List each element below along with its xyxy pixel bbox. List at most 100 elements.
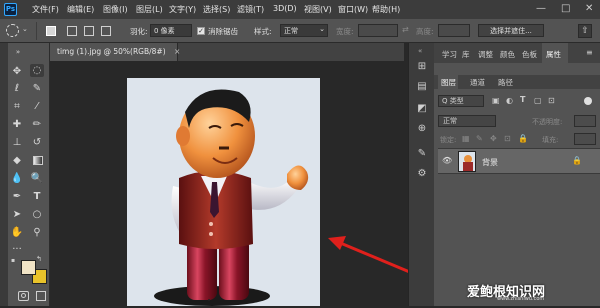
hand-tool-icon[interactable]: ✋ bbox=[10, 226, 24, 239]
add-to-selection-icon[interactable] bbox=[67, 26, 77, 36]
menu-edit[interactable]: 编辑(E) bbox=[67, 4, 94, 15]
tab-properties[interactable]: 属性 bbox=[546, 49, 561, 60]
antialias-checkbox[interactable]: ✓ bbox=[197, 27, 205, 35]
width-input[interactable] bbox=[358, 24, 398, 37]
collapse-toolbar-icon[interactable]: » bbox=[11, 46, 25, 59]
fill-input[interactable] bbox=[574, 133, 596, 145]
document-image[interactable] bbox=[127, 78, 320, 306]
menu-layer[interactable]: 图层(L) bbox=[136, 4, 163, 15]
gradient-tool-icon[interactable] bbox=[33, 156, 43, 165]
chevron-down-icon[interactable]: ⌄ bbox=[22, 25, 28, 33]
lasso-tool-icon[interactable]: ℓ bbox=[10, 82, 24, 95]
style-value: 正常 bbox=[284, 27, 298, 35]
new-selection-icon[interactable] bbox=[46, 26, 56, 36]
pen-tool-icon[interactable]: ✒ bbox=[10, 190, 24, 203]
document-tab[interactable]: timg (1).jpg @ 50%(RGB/8#) × bbox=[50, 43, 180, 61]
filter-type-icon[interactable]: T bbox=[520, 95, 525, 104]
lock-transparent-icon[interactable]: ▦ bbox=[462, 134, 470, 143]
elliptical-marquee-tool-icon[interactable]: ◌ bbox=[30, 64, 44, 77]
intersect-selection-icon[interactable] bbox=[101, 26, 111, 36]
menu-file[interactable]: 文件(F) bbox=[32, 4, 59, 15]
menu-view[interactable]: 视图(V) bbox=[304, 4, 332, 15]
paragraph-panel-icon[interactable]: ▤ bbox=[416, 81, 428, 93]
brush-settings-icon[interactable]: ✎ bbox=[416, 148, 428, 160]
history-panel-icon[interactable]: ⊞ bbox=[416, 61, 428, 73]
tab-learn[interactable]: 学习 bbox=[442, 49, 457, 60]
filter-shape-icon[interactable]: ▢ bbox=[534, 96, 542, 105]
eyedropper-tool-icon[interactable]: ⁄ bbox=[30, 100, 44, 113]
style-select[interactable]: 正常 ⌄ bbox=[280, 24, 328, 37]
select-and-mask-button[interactable]: 选择并遮住... bbox=[478, 24, 544, 37]
swap-icon[interactable]: ⇄ bbox=[402, 25, 409, 34]
clone-source-icon[interactable]: ⊕ bbox=[416, 123, 428, 135]
quick-select-tool-icon[interactable]: ✎ bbox=[30, 82, 44, 95]
history-brush-tool-icon[interactable]: ↺ bbox=[30, 136, 44, 149]
filter-pixel-icon[interactable]: ▣ bbox=[492, 96, 500, 105]
tab-paths[interactable]: 路径 bbox=[498, 77, 513, 88]
menu-3d[interactable]: 3D(D) bbox=[273, 4, 297, 13]
type-tool-icon[interactable]: T bbox=[30, 190, 44, 203]
subtract-from-selection-icon[interactable] bbox=[84, 26, 94, 36]
close-tab-icon[interactable]: × bbox=[174, 47, 180, 56]
menu-window[interactable]: 窗口(W) bbox=[338, 4, 368, 15]
filter-toggle-icon[interactable] bbox=[584, 97, 592, 105]
tab-color[interactable]: 颜色 bbox=[500, 49, 515, 60]
toolbar: » ✥ ◌ ℓ ✎ ⌗ ⁄ ✚ ✏ ⊥ ↺ ◆ 💧 🔍 ✒ T ➤ ○ ✋ ⚲ … bbox=[8, 43, 50, 306]
eraser-tool-icon[interactable]: ◆ bbox=[10, 154, 24, 167]
foreground-color-swatch[interactable] bbox=[21, 260, 36, 275]
tool-presets-icon[interactable]: ◩ bbox=[416, 103, 428, 115]
photoshop-logo: Ps bbox=[4, 3, 17, 16]
lock-label: 锁定: bbox=[440, 136, 457, 144]
blend-mode-select[interactable]: 正常 bbox=[438, 115, 496, 127]
chevron-down-icon: ⌄ bbox=[319, 25, 325, 33]
filter-adjustment-icon[interactable]: ◐ bbox=[506, 96, 513, 105]
visibility-eye-icon[interactable]: 👁 bbox=[442, 156, 452, 165]
panel-menu-icon[interactable]: ≡ bbox=[586, 48, 593, 57]
quick-mask-icon[interactable] bbox=[18, 291, 29, 301]
minimize-button[interactable]: — bbox=[536, 3, 546, 14]
brush-tool-icon[interactable]: ✏ bbox=[30, 118, 44, 131]
restore-button[interactable]: □ bbox=[561, 3, 570, 14]
default-colors-icon[interactable]: ▪ bbox=[11, 257, 15, 264]
ellipse-shape-tool-icon[interactable]: ○ bbox=[30, 208, 44, 221]
tab-swatches[interactable]: 色板 bbox=[522, 49, 537, 60]
clone-stamp-tool-icon[interactable]: ⊥ bbox=[10, 136, 24, 149]
spot-healing-tool-icon[interactable]: ✚ bbox=[10, 118, 24, 131]
menu-help[interactable]: 帮助(H) bbox=[372, 4, 400, 15]
lock-position-icon[interactable]: ✥ bbox=[490, 134, 497, 143]
menu-select[interactable]: 选择(S) bbox=[203, 4, 230, 15]
screen-mode-icon[interactable] bbox=[36, 291, 46, 301]
zoom-tool-icon[interactable]: ⚲ bbox=[30, 226, 44, 239]
close-window-button[interactable]: ✕ bbox=[585, 3, 593, 14]
lock-artboard-icon[interactable]: ⊡ bbox=[504, 134, 511, 143]
tab-layers[interactable]: 图层 bbox=[441, 77, 456, 88]
filter-kind-select[interactable]: Q 类型 bbox=[438, 95, 484, 107]
menu-type[interactable]: 文字(Y) bbox=[169, 4, 196, 15]
divider bbox=[36, 22, 37, 40]
lock-all-icon[interactable]: 🔒 bbox=[518, 134, 528, 143]
crop-tool-icon[interactable]: ⌗ bbox=[10, 100, 24, 113]
path-selection-tool-icon[interactable]: ➤ bbox=[10, 208, 24, 221]
menu-filter[interactable]: 滤镜(T) bbox=[237, 4, 264, 15]
dodge-tool-icon[interactable]: 🔍 bbox=[30, 172, 44, 185]
opacity-input[interactable] bbox=[574, 115, 596, 127]
blur-tool-icon[interactable]: 💧 bbox=[10, 172, 24, 185]
tab-adjustments[interactable]: 调整 bbox=[478, 49, 493, 60]
layer-row-background[interactable]: 👁 背景 🔒 bbox=[438, 148, 600, 174]
swap-colors-icon[interactable]: ↰ bbox=[36, 255, 42, 263]
feather-input[interactable]: 0 像素 bbox=[150, 24, 192, 37]
tab-channels[interactable]: 通道 bbox=[470, 77, 485, 88]
filter-smart-object-icon[interactable]: ⊡ bbox=[548, 96, 555, 105]
elliptical-marquee-icon[interactable] bbox=[6, 24, 19, 37]
expand-panels-icon[interactable]: « bbox=[418, 47, 422, 55]
cartoon-man-illustration bbox=[154, 89, 309, 306]
menu-image[interactable]: 图像(I) bbox=[103, 4, 128, 15]
toolbar-collapse-track bbox=[0, 43, 8, 306]
height-input[interactable] bbox=[438, 24, 470, 37]
adjustments-icon[interactable]: ⚙ bbox=[416, 168, 428, 180]
share-icon[interactable]: ⇧ bbox=[578, 24, 592, 38]
tab-libraries[interactable]: 库 bbox=[462, 49, 470, 60]
lock-pixels-icon[interactable]: ✎ bbox=[476, 134, 483, 143]
move-tool-icon[interactable]: ✥ bbox=[10, 65, 24, 78]
edit-toolbar-icon[interactable]: ··· bbox=[10, 243, 24, 256]
